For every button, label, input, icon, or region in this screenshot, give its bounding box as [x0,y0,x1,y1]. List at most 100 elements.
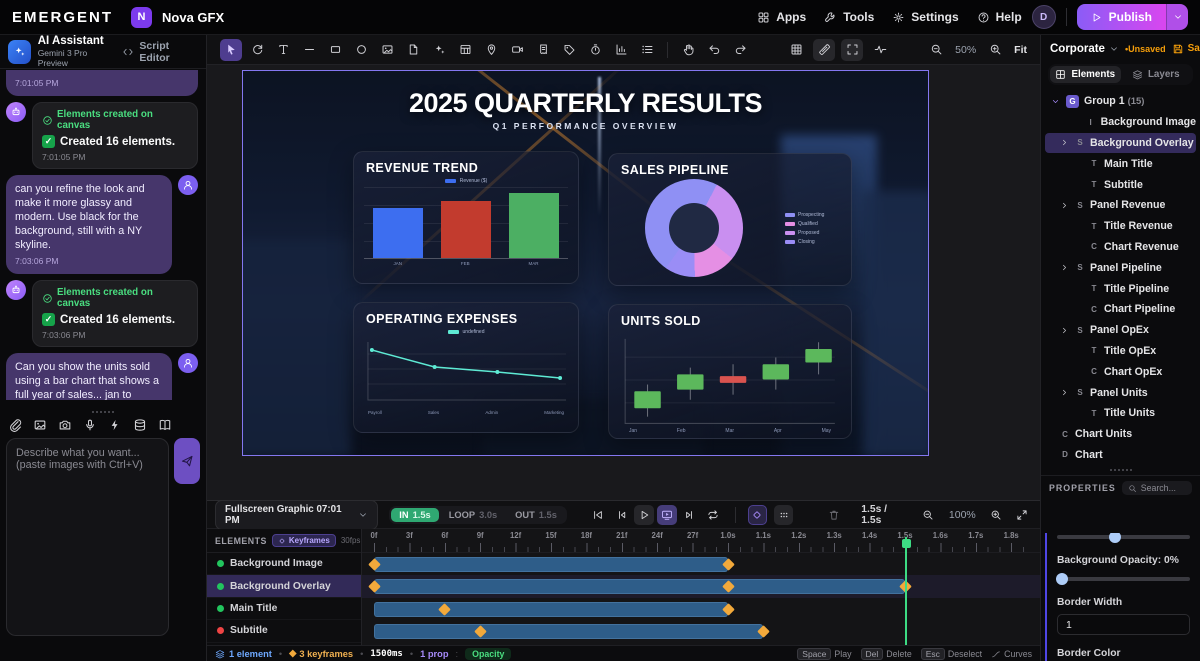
track-background-image[interactable]: Background Image [207,553,361,575]
layer-background-overlay[interactable]: SBackground Overlay [1045,133,1196,154]
timeline-ruler[interactable]: 0f3f6f9f12f15f18f21f24f27f1.0s1.1s1.2s1.… [362,529,1040,553]
panel-sales-pipeline[interactable]: SALES PIPELINEProspectingQualifiedPropos… [608,153,852,286]
animation-bar[interactable] [374,557,728,572]
tool-image[interactable] [376,39,398,61]
tool-undo[interactable] [703,39,725,61]
layer-chart-units[interactable]: CChart Units [1045,424,1196,445]
image-icon[interactable] [33,418,47,432]
layer-panel-units[interactable]: SPanel Units [1045,382,1196,403]
send-button[interactable] [174,438,200,484]
grid-dots-button[interactable] [774,505,793,525]
timeline-lane[interactable] [362,553,1040,575]
bolt-icon[interactable] [108,418,122,432]
border-width-input[interactable] [1057,614,1190,635]
layer-main-title[interactable]: TMain Title [1045,153,1196,174]
segment-out[interactable]: OUT1.5s [507,508,565,522]
tool-focus[interactable] [841,39,863,61]
layer-title-revenue[interactable]: TTitle Revenue [1045,216,1196,237]
graphic-viewport[interactable]: 2025 QUARTERLY RESULTS Q1 PERFORMANCE OV… [242,70,929,456]
tool-rotate[interactable] [246,39,268,61]
tool-text[interactable] [272,39,294,61]
chat-message-list[interactable]: 7:01:05 PMElements created on canvas✓Cre… [0,70,204,400]
layer-chart-pipeline[interactable]: CChart Pipeline [1045,299,1196,320]
tool-table[interactable] [454,39,476,61]
tool-rect[interactable] [324,39,346,61]
publish-button[interactable]: Publish [1077,4,1188,30]
tab-elements[interactable]: Elements [1050,66,1121,83]
properties-search[interactable] [1122,481,1192,495]
prompt-input[interactable] [6,438,169,636]
preview-button[interactable] [657,505,677,525]
segment-in[interactable]: IN1.5s [391,508,438,522]
script-editor-tab[interactable]: Script Editor [122,40,198,64]
tool-pin[interactable] [480,39,502,61]
layer-group-1[interactable]: GGroup 1 (15) [1045,91,1196,112]
layer-panel-pipeline[interactable]: SPanel Pipeline [1045,257,1196,278]
user-avatar[interactable]: D [1032,5,1056,29]
play-button[interactable] [634,505,654,525]
tool-ruler[interactable] [813,39,835,61]
tool-pan[interactable] [677,39,699,61]
clip-selector[interactable]: Fullscreen Graphic 07:01 PM [215,500,378,530]
layer-title-pipeline[interactable]: TTitle Pipeline [1045,278,1196,299]
tool-file[interactable] [402,39,424,61]
tool-line[interactable] [298,39,320,61]
keyframes-toggle[interactable]: Keyframes [272,534,336,547]
timeline-zoom-out-button[interactable] [919,505,938,525]
mic-icon[interactable] [83,418,97,432]
menu-help[interactable]: Help [977,10,1022,24]
tool-list[interactable] [636,39,658,61]
publish-caret[interactable] [1166,4,1188,30]
tool-sparkles[interactable] [428,39,450,61]
timeline-lane[interactable] [362,575,1040,597]
database-icon[interactable] [133,418,147,432]
tab-layers[interactable]: Layers [1121,66,1192,83]
animation-bar[interactable] [374,602,728,617]
tool-redo[interactable] [729,39,751,61]
loop-button[interactable] [703,505,723,525]
background-opacity-slider[interactable] [1057,577,1190,581]
delete-keyframe-button[interactable] [824,505,843,525]
track-background-overlay[interactable]: Background Overlay [207,575,361,597]
panel-operating-expenses[interactable]: OPERATING EXPENSESundefined PayrollSales… [353,302,579,433]
tool-receipt[interactable] [532,39,554,61]
layer-chart[interactable]: DChart [1045,445,1196,466]
animation-bar[interactable] [374,624,763,639]
panel-units-sold[interactable]: UNITS SOLDJanFebMarAprMay [608,304,852,439]
tool-chart[interactable] [610,39,632,61]
timeline-expand-button[interactable] [1013,505,1032,525]
camera-icon[interactable] [58,418,72,432]
save-button[interactable]: Save [1172,43,1200,55]
skipstart-button[interactable] [588,505,608,525]
track-subtitle[interactable]: Subtitle [207,620,361,642]
layer-chart-opex[interactable]: CChart OpEx [1045,361,1196,382]
canvas-area[interactable]: 2025 QUARTERLY RESULTS Q1 PERFORMANCE OV… [207,65,1040,500]
tool-select[interactable] [220,39,242,61]
layer-list[interactable]: GGroup 1 (15)IBackground ImageSBackgroun… [1041,89,1200,467]
timeline-lane[interactable] [362,620,1040,642]
layer-subtitle[interactable]: TSubtitle [1045,174,1196,195]
tool-video[interactable] [506,39,528,61]
layer-panel-revenue[interactable]: SPanel Revenue [1045,195,1196,216]
nextframe-button[interactable] [680,505,700,525]
keyframe-mode-button[interactable] [748,505,767,525]
tool-timer[interactable] [584,39,606,61]
prevframe-button[interactable] [611,505,631,525]
timeline-lane[interactable] [362,598,1040,620]
properties-search-input[interactable] [1141,483,1186,493]
partial-slider[interactable] [1057,535,1190,539]
panel-revenue-trend[interactable]: REVENUE TRENDRevenue ($)JANFEBMAR [353,151,579,284]
curves-button[interactable]: Curves [991,649,1032,659]
tool-wave[interactable] [869,39,891,61]
segment-loop[interactable]: LOOP3.0s [441,508,505,522]
layer-title-units[interactable]: TTitle Units [1045,403,1196,424]
layer-title-opex[interactable]: TTitle OpEx [1045,341,1196,362]
layer-panel-opex[interactable]: SPanel OpEx [1045,320,1196,341]
book-icon[interactable] [158,418,172,432]
attach-icon[interactable] [8,418,22,432]
track-main-title[interactable]: Main Title [207,598,361,620]
tool-tag[interactable] [558,39,580,61]
preset-selector[interactable]: Corporate [1050,43,1119,55]
playhead[interactable] [905,537,907,645]
tool-grid[interactable] [785,39,807,61]
